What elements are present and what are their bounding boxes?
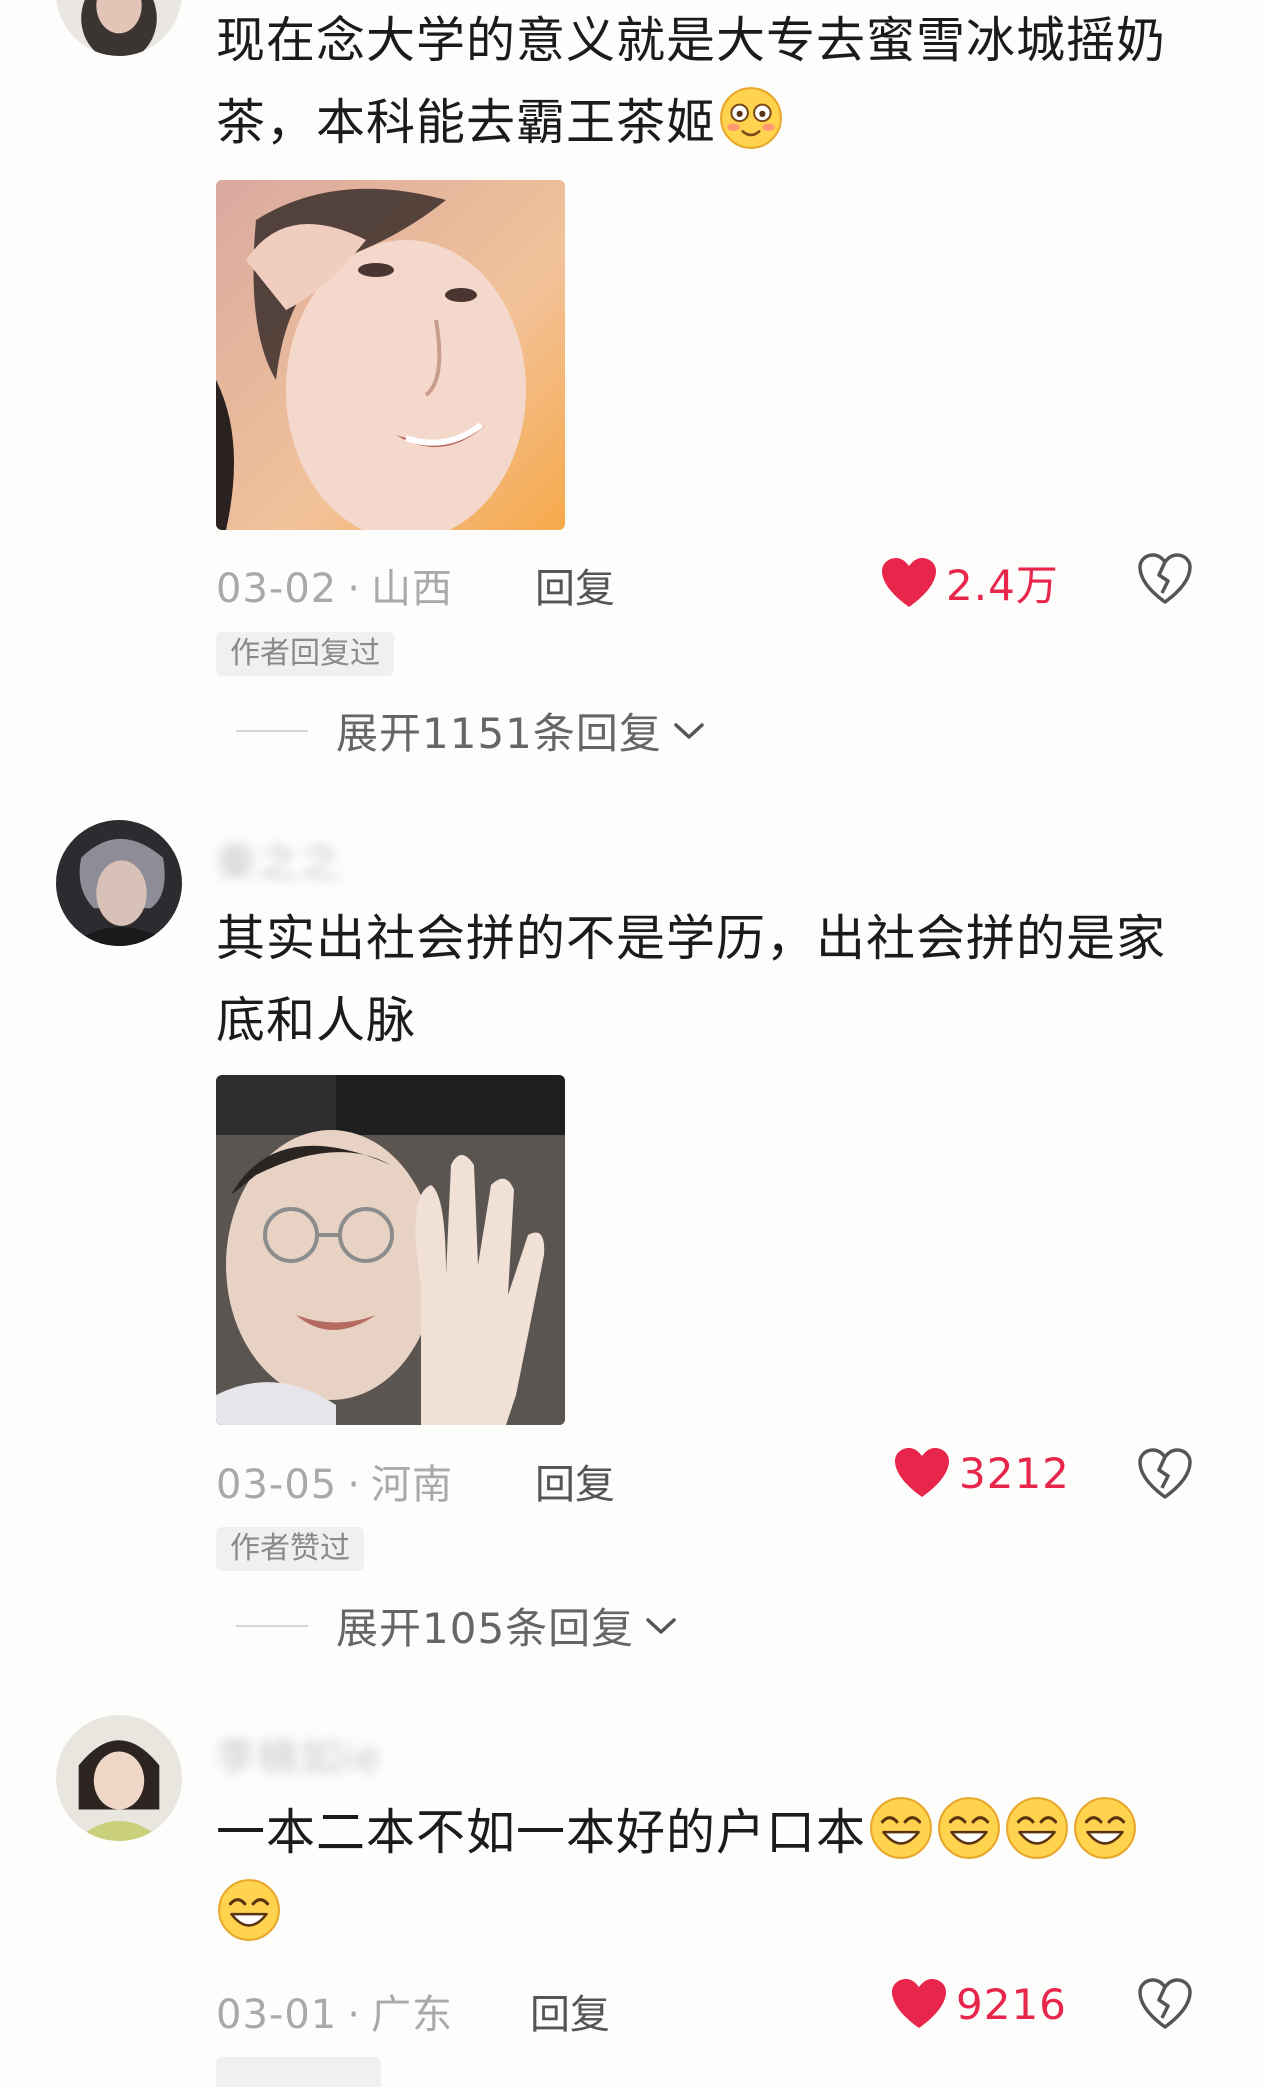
meta-separator: ·: [347, 1462, 361, 1508]
chevron-down-icon: [646, 1617, 676, 1634]
comment-date: 03-01: [216, 1992, 338, 2038]
comment-text-line: 现在念大学的意义就是大专去蜜雪冰城摇奶: [216, 12, 1167, 69]
meta-separator: ·: [347, 1992, 361, 2038]
author-replied-badge: 作者回复过: [216, 632, 394, 676]
heart-icon: [882, 557, 936, 607]
like-count: 3212: [959, 1448, 1070, 1498]
username[interactable]: 秦之之: [216, 830, 342, 888]
comment-meta: 03-02 · 山西: [216, 556, 453, 614]
expand-replies-label: 展开1151条回复: [336, 709, 662, 758]
like-count: 2.4万: [946, 561, 1059, 610]
meta-separator: ·: [347, 566, 361, 612]
divider-line: [236, 1624, 308, 1627]
broken-heart-icon: [1138, 1448, 1192, 1499]
reply-button[interactable]: 回复: [530, 1982, 610, 2040]
comment-location: 广东: [370, 1992, 453, 2038]
meme-image[interactable]: [216, 1075, 565, 1425]
comment-meta: 03-05 · 河南: [216, 1452, 453, 1510]
comment-location: 河南: [370, 1462, 453, 1508]
username[interactable]: 李楠如ie: [216, 1725, 382, 1783]
comment-list: 现在念大学的意义就是大专去蜜雪冰城摇奶 茶，本科能去霸王茶姬 03-02 · 山…: [0, 0, 1261, 2087]
comment-text-line-1: 一本二本不如一本好的户口本: [216, 1804, 867, 1861]
grinning-squint-icon: [936, 1795, 1002, 1861]
comment-text-line: 底和人脉: [216, 992, 417, 1049]
divider-line: [236, 729, 308, 732]
comment-text: 现在念大学的意义就是大专去蜜雪冰城摇奶 茶，本科能去霸王茶姬: [216, 0, 1216, 164]
avatar[interactable]: [56, 0, 182, 56]
comment-text-line: 茶，本科能去霸王茶姬: [216, 82, 1216, 164]
comment-date: 03-05: [216, 1462, 338, 1508]
like-button[interactable]: 9216: [890, 1978, 1067, 2030]
grinning-squint-icon: [216, 1877, 282, 1943]
reply-button[interactable]: 回复: [535, 1452, 615, 1510]
comment-text: 一本二本不如一本好的户口本: [216, 1792, 1216, 1956]
chevron-down-icon: [674, 722, 704, 739]
grinning-squint-icon: [1004, 1795, 1070, 1861]
broken-heart-icon: [1138, 553, 1192, 604]
avatar[interactable]: [56, 820, 182, 946]
expand-replies-button[interactable]: 展开1151条回复: [236, 700, 706, 761]
like-button[interactable]: 2.4万: [880, 552, 1059, 613]
dislike-button[interactable]: [1137, 1448, 1193, 1500]
dislike-button[interactable]: [1137, 1978, 1193, 2030]
broken-heart-icon: [1138, 1978, 1192, 2029]
expand-replies-button[interactable]: 展开105条回复: [236, 1595, 678, 1656]
avatar[interactable]: [56, 1715, 182, 1841]
comment-text-line: 一本二本不如一本好的户口本: [216, 1792, 1216, 1874]
dislike-button[interactable]: [1137, 553, 1193, 605]
reply-button[interactable]: 回复: [535, 556, 615, 614]
comment-meta: 03-01 · 广东: [216, 1982, 453, 2040]
heart-icon: [892, 1979, 946, 2028]
comment-date: 03-02: [216, 566, 338, 612]
grinning-squint-icon: [868, 1795, 934, 1861]
comment-text-line: 其实出社会拼的不是学历，出社会拼的是家: [216, 910, 1167, 967]
meme-image[interactable]: [216, 180, 565, 530]
comment-text-line: [216, 1874, 1216, 1956]
like-button[interactable]: 3212: [893, 1447, 1070, 1499]
comment-text-line-2: 茶，本科能去霸王茶姬: [216, 94, 717, 151]
blushing-smile-icon: [718, 85, 784, 151]
like-count: 9216: [956, 1979, 1067, 2029]
comment-location: 山西: [370, 566, 453, 612]
comment-text: 其实出社会拼的不是学历，出社会拼的是家 底和人脉: [216, 898, 1216, 1062]
grinning-squint-icon: [1072, 1795, 1138, 1861]
badge-partial: [216, 2057, 381, 2087]
heart-icon: [895, 1448, 949, 1497]
author-liked-badge: 作者赞过: [216, 1527, 364, 1571]
expand-replies-label: 展开105条回复: [336, 1604, 635, 1653]
